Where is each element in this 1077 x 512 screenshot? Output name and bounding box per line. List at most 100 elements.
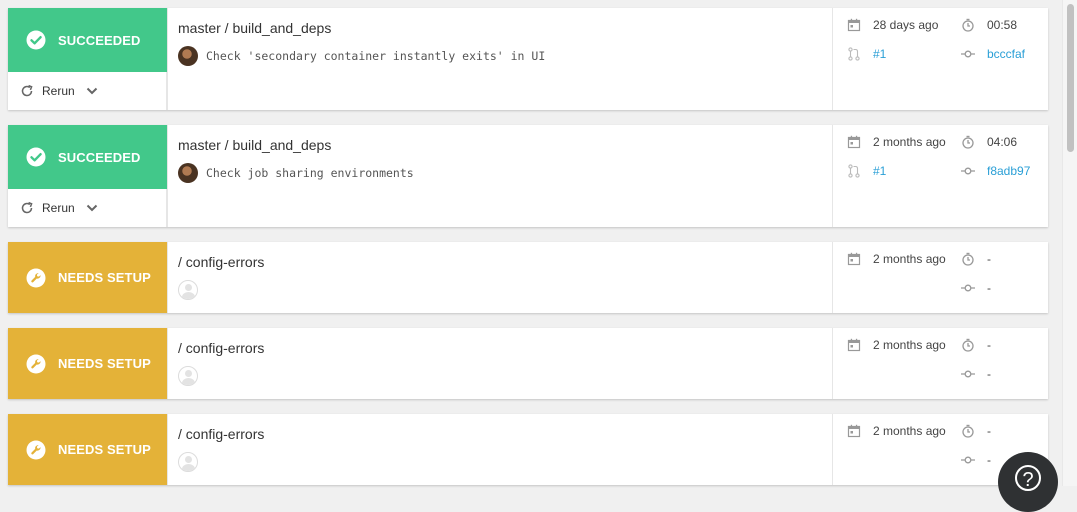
commit-icon (961, 47, 975, 61)
wrench-icon (26, 268, 46, 288)
wrench-icon (26, 440, 46, 460)
commit-value: - (987, 453, 991, 467)
build-meta: 2 months ago - - (833, 242, 1048, 313)
stopwatch-icon (961, 135, 975, 149)
avatar-placeholder (178, 280, 198, 300)
status-badge[interactable]: SUCCEEDED (8, 125, 167, 189)
commit-value: - (987, 367, 991, 381)
build-row: NEEDS SETUP / config-errors 2 months ago… (8, 414, 1048, 485)
build-list: SUCCEEDED Rerun master / build_and_deps … (8, 8, 1048, 500)
duration: - (987, 424, 991, 438)
status-column: NEEDS SETUP (8, 414, 167, 485)
commit-icon (961, 453, 975, 467)
pr-link[interactable]: #1 (873, 47, 886, 61)
scrollbar-thumb[interactable] (1067, 4, 1074, 152)
rerun-icon (20, 84, 34, 98)
duration: 04:06 (987, 135, 1018, 149)
commit-line (178, 452, 832, 472)
commit-value: - (987, 281, 991, 295)
commit-line: Check job sharing environments (178, 163, 832, 183)
time-ago: 2 months ago (873, 135, 946, 149)
pull-request-icon (847, 47, 861, 61)
build-title[interactable]: master / build_and_deps (178, 20, 832, 36)
build-meta: 28 days ago 00:58 #1 bcccfaf (833, 8, 1048, 110)
build-info: / config-errors (167, 414, 833, 485)
commit-icon (961, 281, 975, 295)
build-duration: - (961, 337, 991, 353)
calendar-icon (847, 424, 861, 438)
calendar-icon (847, 18, 861, 32)
help-icon: ? (1015, 465, 1041, 491)
status-badge[interactable]: NEEDS SETUP (8, 328, 167, 399)
calendar-icon (847, 252, 861, 266)
build-commit: - (961, 452, 991, 468)
time-ago: 2 months ago (873, 338, 946, 352)
stopwatch-icon (961, 252, 975, 266)
status-label: NEEDS SETUP (58, 356, 151, 371)
status-badge[interactable]: NEEDS SETUP (8, 242, 167, 313)
build-commit: - (961, 366, 991, 382)
calendar-icon (847, 338, 861, 352)
pull-request-icon (847, 164, 861, 178)
calendar-icon (847, 135, 861, 149)
build-duration: - (961, 251, 991, 267)
build-meta: 2 months ago 04:06 #1 f8adb97 (833, 125, 1048, 227)
scrollbar[interactable] (1062, 0, 1077, 486)
stopwatch-icon (961, 18, 975, 32)
build-info: master / build_and_deps Check 'secondary… (167, 8, 833, 110)
build-duration: - (961, 423, 991, 439)
build-info: master / build_and_deps Check job sharin… (167, 125, 833, 227)
avatar-placeholder (178, 366, 198, 386)
avatar (178, 46, 198, 66)
status-badge[interactable]: SUCCEEDED (8, 8, 167, 72)
rerun-icon (20, 201, 34, 215)
build-commit: f8adb97 (961, 163, 1030, 179)
build-row: NEEDS SETUP / config-errors 2 months ago… (8, 328, 1048, 399)
build-pr: #1 (847, 163, 886, 179)
status-column: NEEDS SETUP (8, 328, 167, 399)
wrench-icon (26, 354, 46, 374)
status-label: NEEDS SETUP (58, 442, 151, 457)
rerun-label: Rerun (42, 201, 75, 215)
build-row: SUCCEEDED Rerun master / build_and_deps … (8, 8, 1048, 110)
build-title[interactable]: / config-errors (178, 254, 832, 270)
build-time: 2 months ago (847, 134, 946, 150)
build-info: / config-errors (167, 328, 833, 399)
status-label: SUCCEEDED (58, 149, 141, 165)
commit-message: Check job sharing environments (206, 166, 414, 180)
commit-line: Check 'secondary container instantly exi… (178, 46, 832, 66)
build-row: NEEDS SETUP / config-errors 2 months ago… (8, 242, 1048, 313)
avatar-placeholder (178, 452, 198, 472)
status-label: NEEDS SETUP (58, 270, 151, 285)
build-row: SUCCEEDED Rerun master / build_and_deps … (8, 125, 1048, 227)
status-badge[interactable]: NEEDS SETUP (8, 414, 167, 485)
build-meta: 2 months ago - - (833, 328, 1048, 399)
status-label: SUCCEEDED (58, 32, 141, 48)
stopwatch-icon (961, 424, 975, 438)
rerun-button[interactable]: Rerun (8, 189, 167, 227)
duration: - (987, 338, 991, 352)
chevron-down-icon[interactable] (85, 201, 99, 215)
commit-link[interactable]: f8adb97 (987, 164, 1030, 178)
help-button[interactable]: ? (998, 452, 1058, 512)
build-info: / config-errors (167, 242, 833, 313)
build-title[interactable]: / config-errors (178, 340, 832, 356)
build-title[interactable]: / config-errors (178, 426, 832, 442)
duration: - (987, 252, 991, 266)
status-column: SUCCEEDED Rerun (8, 8, 167, 110)
build-commit: - (961, 280, 991, 296)
commit-message: Check 'secondary container instantly exi… (206, 49, 546, 63)
chevron-down-icon[interactable] (85, 84, 99, 98)
build-time: 2 months ago (847, 423, 946, 439)
commit-link[interactable]: bcccfaf (987, 47, 1025, 61)
avatar (178, 163, 198, 183)
build-title[interactable]: master / build_and_deps (178, 137, 832, 153)
pr-link[interactable]: #1 (873, 164, 886, 178)
build-duration: 00:58 (961, 17, 1017, 33)
duration: 00:58 (987, 18, 1018, 32)
check-circle-icon (26, 30, 46, 50)
status-column: SUCCEEDED Rerun (8, 125, 167, 227)
stopwatch-icon (961, 338, 975, 352)
rerun-button[interactable]: Rerun (8, 72, 167, 110)
commit-icon (961, 164, 975, 178)
